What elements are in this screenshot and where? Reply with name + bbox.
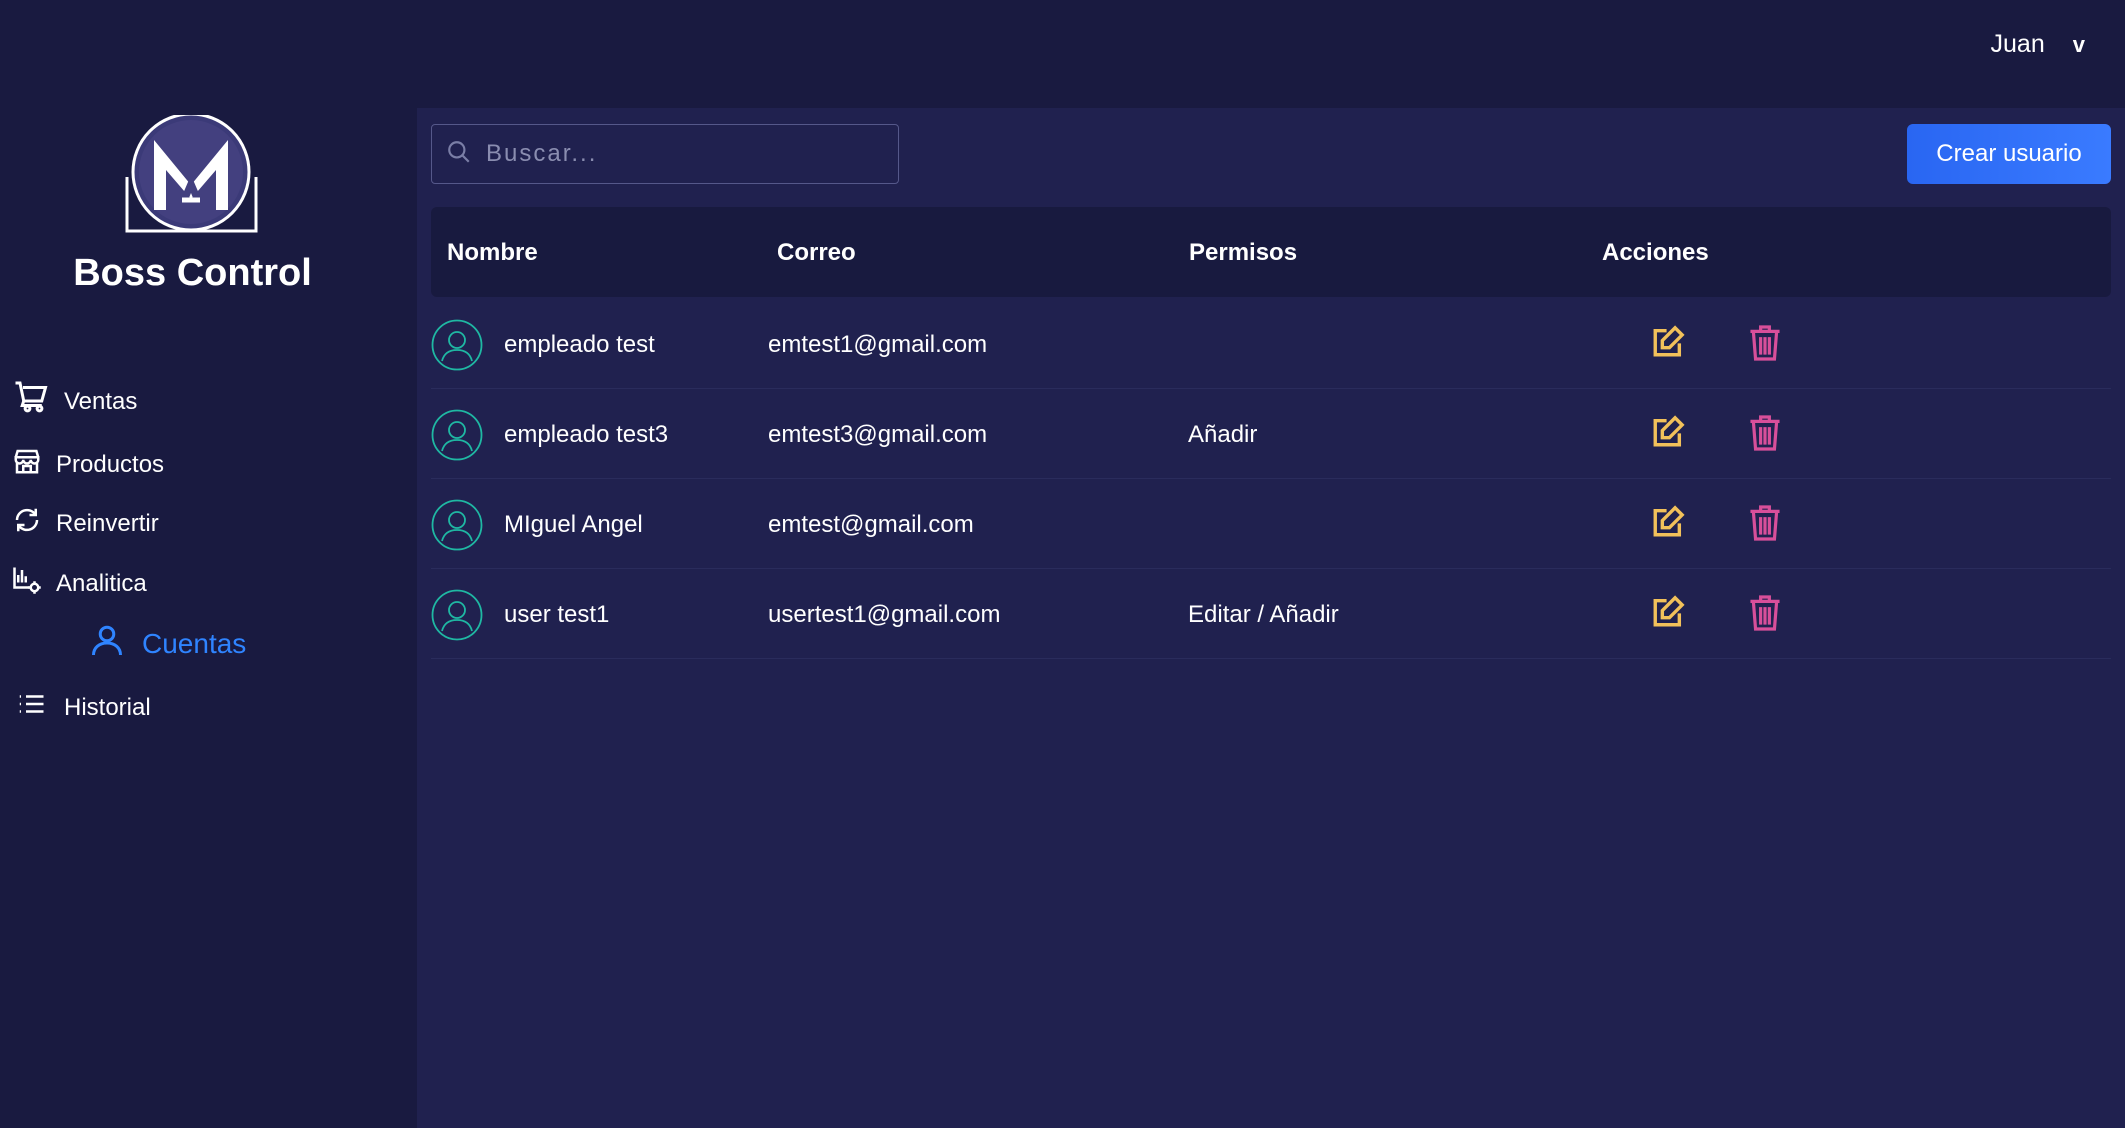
user-permissions-cell: Editar / Añadir bbox=[1188, 601, 1339, 628]
avatar-icon bbox=[431, 319, 483, 371]
table-header: Nombre Correo Permisos Acciones bbox=[431, 207, 2111, 297]
user-name: Juan bbox=[1990, 30, 2045, 58]
sidebar-item-analitica[interactable]: Analitica bbox=[12, 565, 147, 602]
refresh-icon bbox=[12, 505, 42, 542]
column-header-nombre: Nombre bbox=[447, 239, 538, 266]
main-panel: Crear usuario Nombre Correo Permisos Acc… bbox=[417, 108, 2125, 1128]
search-icon bbox=[446, 139, 472, 170]
sidebar-item-label: Historial bbox=[64, 693, 151, 721]
user-icon bbox=[88, 622, 126, 665]
avatar-icon bbox=[431, 409, 483, 461]
avatar-icon bbox=[431, 589, 483, 641]
column-header-acciones: Acciones bbox=[1602, 239, 1709, 266]
search-box[interactable] bbox=[431, 124, 899, 184]
user-name-cell: user test1 bbox=[504, 601, 610, 628]
search-input[interactable] bbox=[486, 140, 886, 168]
edit-icon[interactable] bbox=[1651, 325, 1685, 366]
user-email-cell: usertest1@gmail.com bbox=[768, 601, 1001, 628]
sidebar-item-label: Analitica bbox=[56, 569, 147, 597]
store-icon bbox=[12, 446, 42, 483]
cart-icon bbox=[14, 380, 50, 423]
sidebar-item-label: Productos bbox=[56, 450, 165, 478]
edit-icon[interactable] bbox=[1651, 505, 1685, 546]
trash-icon[interactable] bbox=[1749, 325, 1781, 368]
list-icon bbox=[16, 689, 46, 726]
sidebar: Boss Control Ventas Productos Reinvertir… bbox=[0, 0, 417, 1128]
sidebar-item-ventas[interactable]: Ventas bbox=[14, 380, 137, 423]
table-row: empleado test emtest1@gmail.com bbox=[431, 299, 2111, 389]
brand-name: Boss Control bbox=[73, 252, 312, 294]
sidebar-item-label: Cuentas bbox=[142, 627, 247, 659]
trash-icon[interactable] bbox=[1749, 415, 1781, 458]
chevron-down-icon: v bbox=[2072, 31, 2085, 57]
table-row: empleado test3 emtest3@gmail.com Añadir bbox=[431, 389, 2111, 479]
analytics-icon bbox=[12, 565, 42, 602]
user-menu[interactable]: Juan v bbox=[1991, 30, 2085, 59]
user-name-cell: empleado test3 bbox=[504, 421, 669, 448]
user-email-cell: emtest@gmail.com bbox=[768, 511, 974, 538]
sidebar-item-label: Ventas bbox=[64, 387, 138, 415]
trash-icon[interactable] bbox=[1749, 595, 1781, 638]
column-header-correo: Correo bbox=[777, 239, 856, 266]
edit-icon[interactable] bbox=[1651, 415, 1685, 456]
user-name-cell: empleado test bbox=[504, 331, 655, 358]
boss-control-logo bbox=[124, 112, 259, 235]
user-permissions-cell: Añadir bbox=[1188, 421, 1258, 448]
sidebar-item-label: Reinvertir bbox=[56, 509, 159, 537]
avatar-icon bbox=[431, 499, 483, 551]
column-header-permisos: Permisos bbox=[1189, 239, 1298, 266]
edit-icon[interactable] bbox=[1651, 595, 1685, 636]
sidebar-item-cuentas[interactable]: Cuentas bbox=[88, 622, 246, 665]
trash-icon[interactable] bbox=[1749, 505, 1781, 548]
sidebar-item-historial[interactable]: Historial bbox=[16, 689, 151, 726]
user-name-cell: MIguel Angel bbox=[504, 511, 643, 538]
sidebar-item-productos[interactable]: Productos bbox=[12, 446, 164, 483]
table-row: MIguel Angel emtest@gmail.com bbox=[431, 479, 2111, 569]
user-email-cell: emtest1@gmail.com bbox=[768, 331, 988, 358]
create-user-button[interactable]: Crear usuario bbox=[1907, 124, 2111, 184]
user-email-cell: emtest3@gmail.com bbox=[768, 421, 988, 448]
sidebar-item-reinvertir[interactable]: Reinvertir bbox=[12, 505, 159, 542]
table-row: user test1 usertest1@gmail.com Editar / … bbox=[431, 569, 2111, 659]
